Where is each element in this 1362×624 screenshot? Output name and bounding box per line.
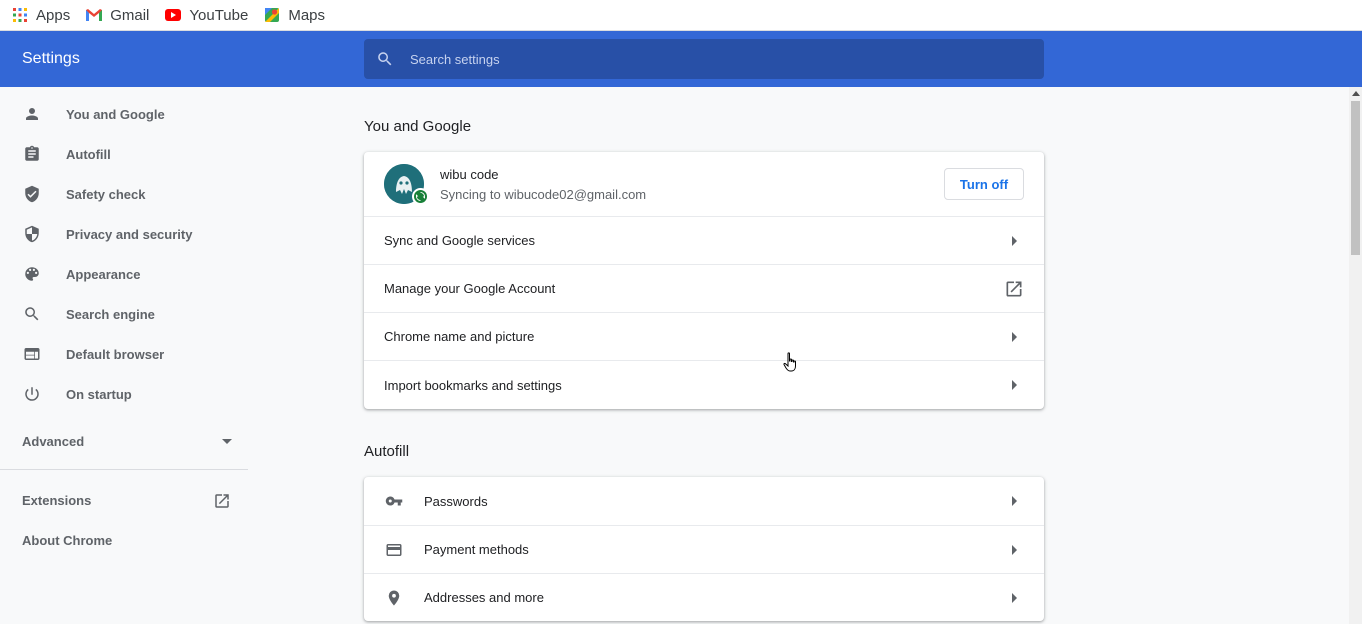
row-addresses-and-more[interactable]: Addresses and more — [364, 573, 1044, 621]
arrow-right-icon — [1012, 592, 1017, 603]
row-label: Passwords — [424, 493, 488, 509]
search-input[interactable] — [410, 51, 1010, 67]
sidebar-item-label: Appearance — [66, 266, 141, 282]
page-title: Settings — [22, 50, 80, 67]
sidebar-item-you-and-google[interactable]: You and Google — [0, 94, 248, 134]
settings-header: Settings — [0, 31, 1362, 87]
row-passwords[interactable]: Passwords — [364, 477, 1044, 525]
bookmark-gmail[interactable]: Gmail — [86, 7, 149, 24]
scrollbar[interactable] — [1349, 87, 1362, 624]
row-payment-methods[interactable]: Payment methods — [364, 525, 1044, 573]
sidebar-item-safety-check[interactable]: Safety check — [0, 174, 248, 214]
arrow-right-icon — [1012, 235, 1017, 246]
row-label: Chrome name and picture — [384, 329, 535, 344]
location-pin-icon — [384, 588, 404, 608]
sidebar: You and Google Autofill Safety check Pri… — [0, 87, 248, 624]
bookmark-youtube-label: YouTube — [189, 6, 249, 24]
sidebar-item-label: You and Google — [66, 106, 165, 122]
scroll-up-arrow-icon[interactable] — [1352, 91, 1360, 96]
search-box[interactable] — [364, 39, 1044, 79]
sidebar-extensions-link[interactable]: Extensions — [22, 493, 91, 508]
sidebar-item-label: Privacy and security — [66, 226, 193, 242]
turn-off-sync-button[interactable]: Turn off — [944, 168, 1024, 200]
sidebar-item-search-engine[interactable]: Search engine — [0, 294, 248, 334]
row-chrome-name-and-picture[interactable]: Chrome name and picture — [364, 312, 1044, 360]
sidebar-item-label: Search engine — [66, 306, 155, 322]
maps-icon — [264, 7, 280, 23]
chevron-down-icon — [222, 439, 232, 444]
arrow-right-icon — [1012, 496, 1017, 506]
arrow-right-icon — [1012, 331, 1017, 342]
bookmark-youtube[interactable]: YouTube — [165, 7, 248, 24]
sidebar-about-chrome-link[interactable]: About Chrome — [22, 533, 112, 548]
bookmark-gmail-label: Gmail — [110, 6, 150, 24]
bookmark-apps-label: Apps — [36, 6, 71, 24]
apps-grid-icon — [12, 7, 28, 23]
sync-status: Syncing to wibucode02@gmail.com — [440, 187, 647, 202]
row-label: Sync and Google services — [384, 233, 536, 248]
sidebar-item-autofill[interactable]: Autofill — [0, 134, 248, 174]
sidebar-item-label: Default browser — [66, 346, 165, 362]
sidebar-advanced-toggle[interactable]: Advanced — [22, 434, 232, 449]
bookmark-maps[interactable]: Maps — [264, 7, 325, 24]
row-label: Import bookmarks and settings — [384, 377, 562, 393]
arrow-right-icon — [1012, 380, 1017, 390]
search-icon — [378, 52, 392, 66]
key-icon — [384, 491, 404, 511]
browser-icon — [22, 344, 42, 364]
credit-card-icon — [384, 540, 404, 560]
bookmarks-bar: Apps Gmail YouTube Maps — [0, 0, 1362, 31]
scrollbar-thumb[interactable] — [1351, 101, 1360, 255]
bookmark-apps[interactable]: Apps — [12, 7, 70, 24]
shield-check-icon — [22, 184, 42, 204]
sidebar-item-default-browser[interactable]: Default browser — [0, 334, 248, 374]
bookmark-maps-label: Maps — [288, 6, 326, 24]
power-icon — [22, 384, 42, 404]
sidebar-item-appearance[interactable]: Appearance — [0, 254, 248, 294]
section-title-you-and-google: You and Google — [364, 118, 472, 135]
shield-icon — [22, 224, 42, 244]
you-and-google-card: wibu code Syncing to wibucode02@gmail.co… — [364, 152, 1044, 409]
gmail-icon — [86, 7, 103, 23]
hand-cursor-icon — [783, 352, 796, 372]
youtube-icon — [165, 7, 182, 23]
row-manage-google-account[interactable]: Manage your Google Account — [364, 264, 1044, 312]
autofill-card: Passwords Payment methods Addresses and … — [364, 477, 1044, 621]
row-sync-and-google-services[interactable]: Sync and Google services — [364, 216, 1044, 264]
arrow-right-icon — [1012, 544, 1017, 555]
clipboard-icon — [22, 144, 42, 164]
row-import-bookmarks[interactable]: Import bookmarks and settings — [364, 360, 1044, 409]
search-icon — [22, 304, 42, 324]
row-label: Addresses and more — [424, 590, 544, 605]
external-link-icon[interactable] — [213, 492, 231, 510]
row-label: Payment methods — [424, 542, 529, 557]
account-name: wibu code — [440, 167, 499, 182]
sidebar-item-label: Autofill — [66, 146, 111, 162]
account-row: wibu code Syncing to wibucode02@gmail.co… — [364, 152, 1044, 216]
sidebar-divider — [0, 469, 248, 470]
sync-badge-icon — [412, 188, 429, 205]
external-link-icon — [1006, 281, 1022, 296]
palette-icon — [22, 264, 42, 284]
person-icon — [22, 104, 42, 124]
sidebar-item-privacy-and-security[interactable]: Privacy and security — [0, 214, 248, 254]
section-title-autofill: Autofill — [364, 443, 410, 460]
sidebar-item-label: On startup — [66, 386, 132, 402]
sidebar-advanced-label: Advanced — [22, 434, 85, 449]
sidebar-item-label: Safety check — [66, 186, 146, 202]
row-label: Manage your Google Account — [384, 281, 556, 296]
sidebar-item-on-startup[interactable]: On startup — [0, 374, 248, 414]
